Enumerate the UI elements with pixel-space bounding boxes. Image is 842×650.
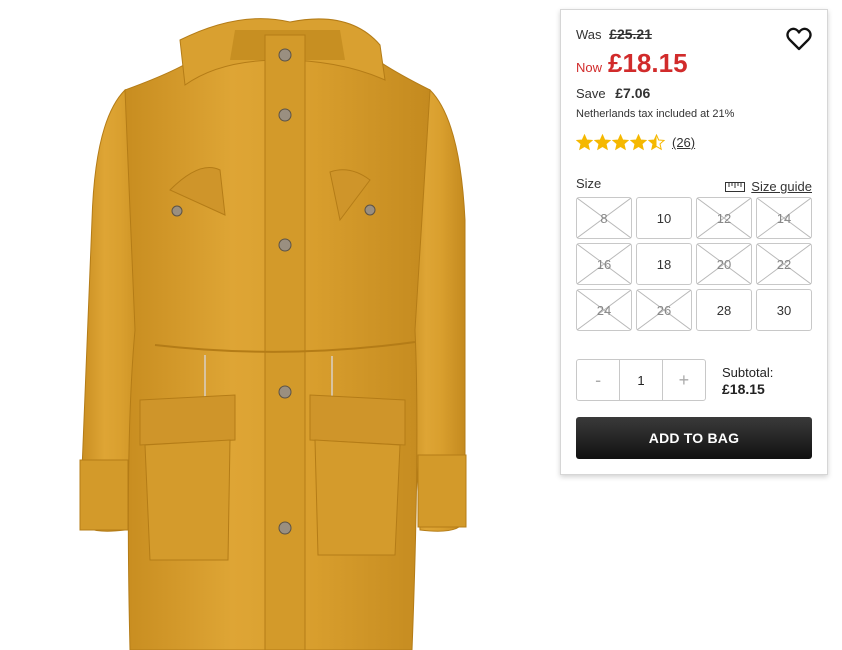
was-label: Was xyxy=(576,27,602,42)
size-option-label: 8 xyxy=(600,210,608,226)
subtotal: Subtotal: £18.15 xyxy=(722,364,773,398)
size-option-label: 18 xyxy=(656,256,672,272)
add-to-bag-button[interactable]: ADD TO BAG xyxy=(576,417,812,459)
size-option-label: 26 xyxy=(656,302,672,318)
was-value: £25.21 xyxy=(609,26,652,42)
quantity-value[interactable]: 1 xyxy=(619,360,663,400)
was-price: Was £25.21 xyxy=(576,26,652,42)
heart-icon[interactable] xyxy=(785,26,813,52)
size-option-label: 30 xyxy=(776,302,792,318)
star-full-icon xyxy=(576,134,593,151)
size-option-24[interactable]: 24 xyxy=(576,289,632,331)
product-image xyxy=(40,0,540,650)
size-option-16[interactable]: 16 xyxy=(576,243,632,285)
size-grid: 8 10 12 14 16 18 20 22 24 26 28 30 xyxy=(576,197,812,331)
size-option-label: 24 xyxy=(596,302,612,318)
size-option-label: 10 xyxy=(656,210,672,226)
quantity-decrease-button[interactable]: - xyxy=(577,360,619,400)
rating: (26) xyxy=(576,134,695,151)
size-option-18[interactable]: 18 xyxy=(636,243,692,285)
size-option-label: 28 xyxy=(716,302,732,318)
star-full-icon xyxy=(630,134,647,151)
size-option-label: 16 xyxy=(596,256,612,272)
reviews-link[interactable]: (26) xyxy=(672,135,695,150)
size-guide-label: Size guide xyxy=(751,179,812,194)
size-option-22[interactable]: 22 xyxy=(756,243,812,285)
quantity-stepper: - 1 + xyxy=(576,359,706,401)
size-option-8[interactable]: 8 xyxy=(576,197,632,239)
size-option-20[interactable]: 20 xyxy=(696,243,752,285)
subtotal-value: £18.15 xyxy=(722,381,765,397)
size-option-label: 22 xyxy=(776,256,792,272)
parka-coat-illustration xyxy=(79,18,467,650)
size-label: Size xyxy=(576,176,602,191)
now-value: £18.15 xyxy=(608,48,688,78)
quantity-increase-button[interactable]: + xyxy=(663,360,705,400)
save-value: £7.06 xyxy=(615,85,651,101)
ruler-icon xyxy=(725,181,746,192)
size-option-14[interactable]: 14 xyxy=(756,197,812,239)
star-rating xyxy=(576,134,666,151)
size-option-label: 12 xyxy=(716,210,732,226)
purchase-panel: Was £25.21 Now £18.15 Save £7.06 Netherl… xyxy=(560,9,828,475)
size-option-label: 20 xyxy=(716,256,732,272)
now-price: Now £18.15 xyxy=(576,48,688,79)
star-full-icon xyxy=(594,134,611,151)
size-option-label: 14 xyxy=(776,210,792,226)
size-option-28[interactable]: 28 xyxy=(696,289,752,331)
star-full-icon xyxy=(612,134,629,151)
size-guide-link[interactable]: Size guide xyxy=(725,179,812,194)
now-label: Now xyxy=(576,60,603,75)
save-price: Save £7.06 xyxy=(576,85,650,101)
tax-note: Netherlands tax included at 21% xyxy=(576,108,735,120)
subtotal-label: Subtotal: xyxy=(722,365,774,380)
size-option-12[interactable]: 12 xyxy=(696,197,752,239)
size-option-26[interactable]: 26 xyxy=(636,289,692,331)
save-label: Save xyxy=(576,86,606,101)
size-option-30[interactable]: 30 xyxy=(756,289,812,331)
star-half-icon xyxy=(648,134,665,151)
size-option-10[interactable]: 10 xyxy=(636,197,692,239)
